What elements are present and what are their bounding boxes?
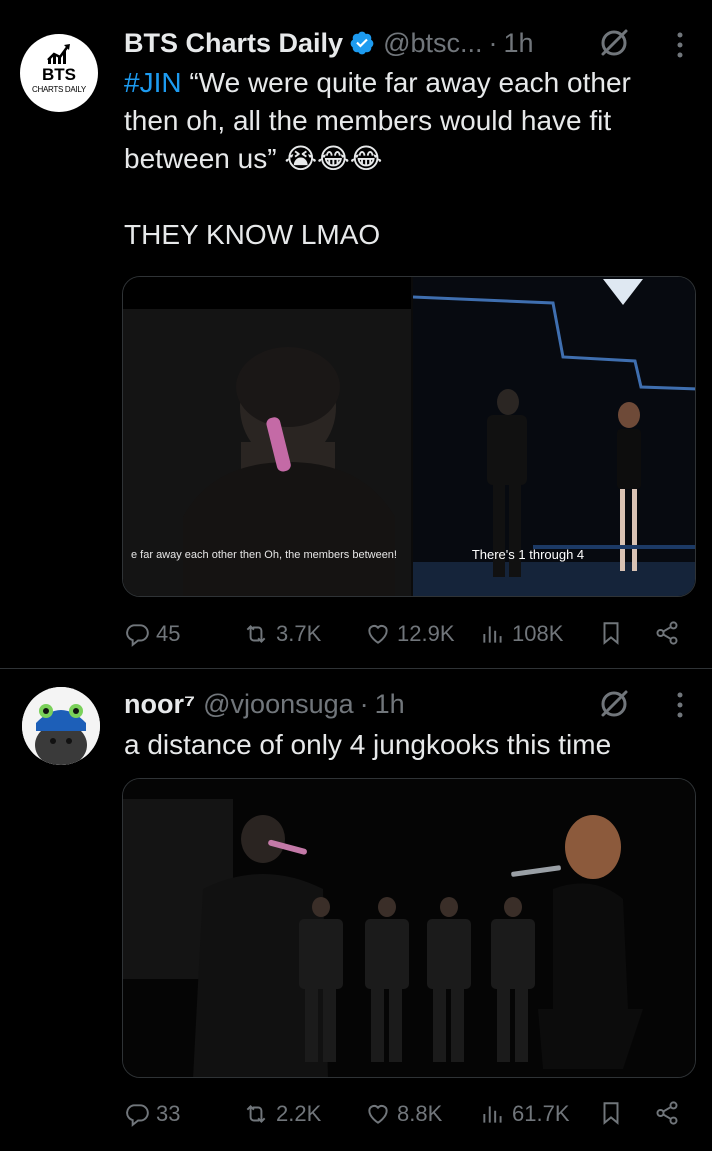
avatar[interactable] [22, 687, 100, 765]
avatar-subtitle: CHARTS DAILY [32, 85, 86, 94]
caption-right: There's 1 through 4 [471, 547, 585, 562]
retweet-button[interactable]: 3.7K [242, 617, 321, 651]
tweet[interactable]: BTS CHARTS DAILY BTS Charts Daily @btsc.… [0, 0, 712, 668]
view-count: 61.7K [512, 1101, 570, 1126]
like-icon [368, 1104, 388, 1124]
reply-count: 33 [156, 1101, 181, 1126]
more-icon[interactable] [675, 690, 685, 720]
media-grid[interactable]: e far away each other then Oh, the membe… [122, 276, 696, 597]
media-image[interactable] [122, 778, 696, 1078]
avatar[interactable]: BTS CHARTS DAILY [20, 34, 98, 112]
reply-icon [126, 1104, 149, 1127]
reply-count: 45 [156, 621, 181, 646]
share-icon[interactable] [654, 619, 680, 647]
tweet-text: #JIN “We were quite far away each other … [124, 64, 692, 254]
like-count: 12.9K [397, 621, 455, 646]
hashtag-link[interactable]: #JIN [124, 67, 182, 98]
more-icon[interactable] [675, 30, 685, 60]
retweet-count: 2.2K [276, 1101, 322, 1126]
view-count: 108K [512, 621, 564, 646]
media-image-right[interactable]: There's 1 through 4 [413, 277, 695, 596]
separator-dot: · [359, 689, 369, 719]
timestamp[interactable]: 1h [375, 687, 405, 721]
avatar-title: BTS [42, 65, 76, 84]
retweet-button[interactable]: 2.2K [242, 1097, 321, 1131]
display-name[interactable]: BTS Charts Daily [124, 26, 343, 60]
grok-icon[interactable] [597, 26, 631, 60]
like-count: 8.8K [397, 1101, 443, 1126]
tweet-body: “We were quite far away each other then … [124, 67, 631, 250]
reply-button[interactable]: 45 [124, 617, 180, 651]
verified-badge-icon [350, 31, 374, 55]
tweet-actions: 45 3.7K 12.9K 108K [124, 617, 688, 651]
timestamp[interactable]: 1h [504, 26, 534, 60]
handle[interactable]: @vjoonsuga [203, 687, 354, 721]
grok-icon[interactable] [597, 687, 631, 721]
display-name[interactable]: noor⁷ [124, 687, 195, 721]
concert-photo-edit [123, 779, 695, 1077]
reply-button[interactable]: 33 [124, 1097, 180, 1131]
views-button[interactable]: 108K [480, 617, 563, 651]
bookmark-icon[interactable] [598, 1099, 624, 1127]
separator-dot: · [488, 28, 498, 58]
tweet[interactable]: noor⁷ @vjoonsuga · 1h a distance of only… [0, 669, 712, 1151]
handle[interactable]: @btsc... [383, 26, 482, 60]
caption-left: e far away each other then Oh, the membe… [131, 549, 397, 561]
like-button[interactable]: 12.9K [365, 617, 455, 651]
views-icon [483, 626, 502, 643]
tweet-actions: 33 2.2K 8.8K 61.7K [124, 1097, 688, 1131]
like-button[interactable]: 8.8K [365, 1097, 442, 1131]
views-button[interactable]: 61.7K [480, 1097, 570, 1131]
share-icon[interactable] [654, 1099, 680, 1127]
views-icon [483, 1106, 502, 1123]
like-icon [368, 624, 388, 644]
retweet-icon [246, 1105, 266, 1123]
frog-hat-avatar-icon [22, 687, 100, 765]
retweet-count: 3.7K [276, 621, 322, 646]
retweet-icon [246, 625, 266, 643]
bookmark-icon[interactable] [598, 619, 624, 647]
tweet-text: a distance of only 4 jungkooks this time [124, 729, 612, 760]
reply-icon [126, 624, 149, 647]
media-image-left[interactable]: e far away each other then Oh, the membe… [123, 277, 411, 596]
